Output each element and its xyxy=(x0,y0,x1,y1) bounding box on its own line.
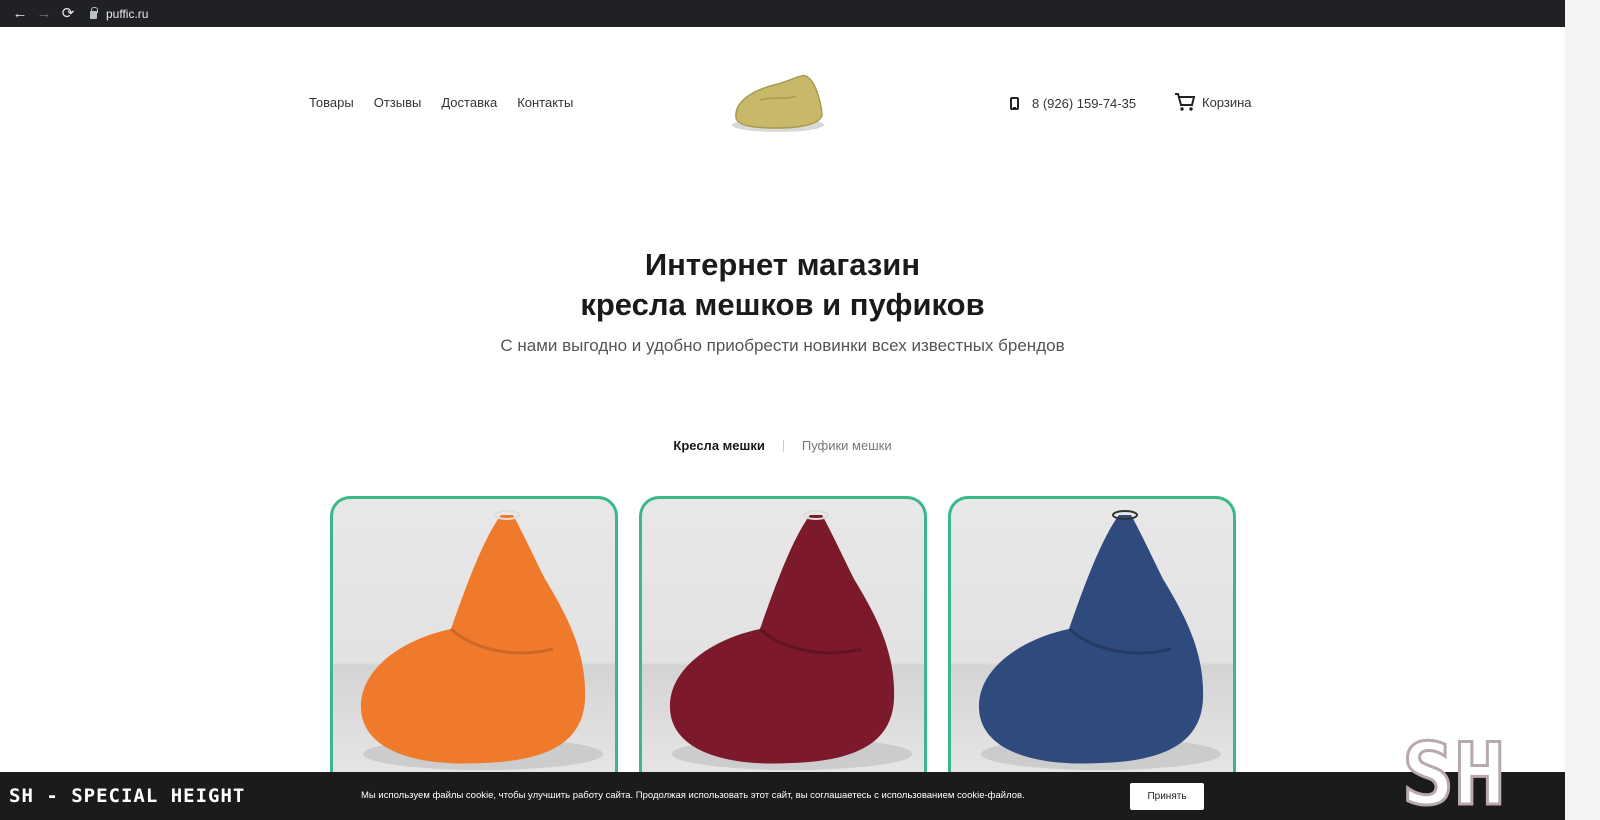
logo[interactable] xyxy=(730,70,830,134)
title-line-2: кресла мешков и пуфиков xyxy=(580,287,985,322)
tab-poufs[interactable]: Пуфики мешки xyxy=(802,438,892,453)
scrollbar-gutter xyxy=(1565,0,1600,820)
channel-brand: SH - SPECIAL HEIGHT xyxy=(9,785,246,807)
cart-button[interactable]: Корзина xyxy=(1174,92,1252,112)
sh-watermark: SH xyxy=(1401,730,1508,812)
title-line-1: Интернет магазин xyxy=(644,247,921,282)
product-card-3[interactable] xyxy=(948,496,1236,796)
address-bar[interactable]: puffic.ru xyxy=(90,6,149,21)
page-subtitle: С нами выгодно и удобно приобрести новин… xyxy=(500,336,1065,355)
main-nav: Товары Отзывы Доставка Контакты xyxy=(309,95,573,110)
browser-toolbar: ← → ⟳ puffic.ru xyxy=(0,0,1565,27)
nav-item-reviews[interactable]: Отзывы xyxy=(374,95,422,110)
product-card-2[interactable] xyxy=(639,496,927,796)
reload-icon[interactable]: ⟳ xyxy=(56,4,80,24)
phone-icon xyxy=(1010,97,1019,110)
watermark-text: SH xyxy=(1402,730,1506,812)
product-card-1[interactable] xyxy=(330,496,618,796)
page-title: Интернет магазин кресла мешков и пуфиков xyxy=(0,245,1565,325)
nav-item-goods[interactable]: Товары xyxy=(309,95,354,110)
cart-icon xyxy=(1175,93,1196,111)
category-tabs: Кресла мешки Пуфики мешки xyxy=(0,438,1565,453)
lock-icon xyxy=(90,6,98,19)
forward-icon[interactable]: → xyxy=(32,4,56,24)
bean-bag-image xyxy=(360,510,603,770)
bean-bag-image xyxy=(669,510,912,770)
site-header: Товары Отзывы Доставка Контакты 8 (926) … xyxy=(0,60,1565,145)
phone-link[interactable]: 8 (926) 159-74-35 xyxy=(1010,96,1136,111)
nav-item-delivery[interactable]: Доставка xyxy=(441,95,497,110)
nav-item-contacts[interactable]: Контакты xyxy=(517,95,573,110)
accept-cookies-button[interactable]: Принять xyxy=(1130,783,1204,810)
back-icon[interactable]: ← xyxy=(8,4,32,24)
bean-bag-image xyxy=(978,510,1221,770)
cookie-banner: SH - SPECIAL HEIGHT Мы используем файлы … xyxy=(0,772,1565,820)
tab-bean-bag-chairs[interactable]: Кресла мешки xyxy=(673,438,764,453)
cart-label: Корзина xyxy=(1202,94,1252,110)
phone-number: 8 (926) 159-74-35 xyxy=(1032,96,1137,111)
cookie-message: Мы используем файлы cookie, чтобы улучши… xyxy=(361,790,1025,801)
tab-divider xyxy=(782,439,784,452)
url-text: puffic.ru xyxy=(106,6,149,21)
